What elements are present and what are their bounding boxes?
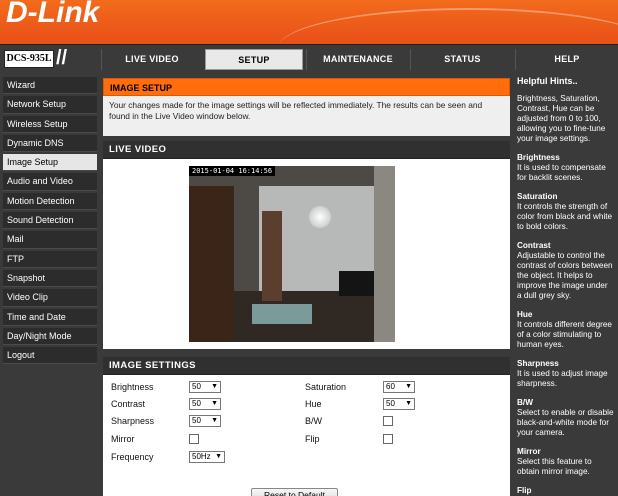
hint-text: Select this feature to obtain mirror ima…	[517, 457, 592, 476]
tab-setup[interactable]: SETUP	[205, 49, 303, 70]
video-door-left	[189, 186, 234, 342]
hint-text: It controls different degree of a color …	[517, 320, 612, 349]
reset-to-default-button[interactable]: Reset to Default	[251, 488, 338, 496]
chevron-down-icon: ▼	[211, 417, 218, 424]
sharpness-label: Sharpness	[111, 416, 155, 426]
saturation-label: Saturation	[305, 382, 347, 392]
sidebar: Wizard Network Setup Wireless Setup Dyna…	[0, 72, 100, 496]
contrast-label: Contrast	[111, 399, 146, 409]
bw-checkbox[interactable]	[383, 416, 393, 426]
sidebar-item-image-setup[interactable]: Image Setup	[3, 154, 97, 172]
hint-text: Select to enable or disable black-and-wh…	[517, 408, 614, 437]
bw-label: B/W	[305, 416, 322, 426]
sidebar-item-audio-and-video[interactable]: Audio and Video	[3, 173, 97, 191]
image-settings-title: IMAGE SETTINGS	[103, 357, 510, 375]
sidebar-item-sound-detection[interactable]: Sound Detection	[3, 212, 97, 230]
sidebar-item-network-setup[interactable]: Network Setup	[3, 96, 97, 114]
main-content: IMAGE SETUP Your changes made for the im…	[100, 72, 513, 496]
hint-text: It is used to adjust image sharpness.	[517, 369, 608, 388]
header-swoosh	[278, 8, 618, 44]
brightness-select[interactable]: 50 ▼	[189, 381, 221, 393]
chevron-down-icon: ▼	[211, 400, 218, 407]
hint-heading: Brightness	[517, 153, 560, 162]
chevron-down-icon: ▼	[211, 383, 218, 390]
hints-title: Helpful Hints..	[517, 76, 578, 86]
tab-status[interactable]: STATUS	[410, 49, 514, 70]
flip-label: Flip	[305, 434, 320, 444]
chevron-down-icon: ▼	[405, 383, 412, 390]
sidebar-item-mail[interactable]: Mail	[3, 231, 97, 249]
hint-text: It is used to compensate for backlit sce…	[517, 163, 606, 182]
hint-heading: Sharpness	[517, 359, 559, 368]
helpful-hints: Helpful Hints.. Brightness, Saturation, …	[513, 72, 618, 496]
hint-heading: Mirror	[517, 447, 541, 456]
sidebar-item-dynamic-dns[interactable]: Dynamic DNS	[3, 134, 97, 153]
sidebar-item-wireless-setup[interactable]: Wireless Setup	[3, 115, 97, 133]
video-timestamp: 2015-01-04 16:14:56	[189, 166, 276, 176]
sharpness-select[interactable]: 50 ▼	[189, 415, 221, 427]
hint-text: Adjustable to control the contrast of co…	[517, 251, 613, 300]
frequency-value: 50Hz	[192, 452, 211, 461]
hint-text: It controls the strength of color from b…	[517, 202, 613, 231]
sidebar-item-snapshot[interactable]: Snapshot	[3, 269, 97, 288]
hue-label: Hue	[305, 399, 322, 409]
hint-heading: Flip	[517, 486, 532, 495]
brightness-label: Brightness	[111, 382, 154, 392]
video-door-middle	[262, 211, 282, 301]
contrast-select[interactable]: 50 ▼	[189, 398, 221, 410]
hints-intro: Brightness, Saturation, Contrast, Hue ca…	[517, 94, 606, 143]
tab-help[interactable]: HELP	[515, 49, 618, 70]
contrast-value: 50	[192, 399, 201, 408]
live-video-title: LIVE VIDEO	[103, 141, 510, 159]
image-setup-description: Your changes made for the image settings…	[103, 96, 510, 136]
video-door-right	[374, 166, 395, 342]
hint-heading: Contrast	[517, 241, 551, 250]
image-setup-title: IMAGE SETUP	[103, 78, 510, 96]
sidebar-item-ftp[interactable]: FTP	[3, 250, 97, 268]
saturation-select[interactable]: 60 ▼	[383, 381, 415, 393]
sidebar-item-motion-detection[interactable]: Motion Detection	[3, 192, 97, 211]
tab-live-video[interactable]: LIVE VIDEO	[101, 49, 202, 70]
sidebar-item-wizard[interactable]: Wizard	[3, 77, 97, 95]
flip-checkbox[interactable]	[383, 434, 393, 444]
frequency-label: Frequency	[111, 452, 154, 462]
page-header: D-Link	[0, 0, 618, 44]
hue-value: 50	[386, 399, 395, 408]
video-table	[252, 304, 312, 324]
hue-select[interactable]: 50 ▼	[383, 398, 415, 410]
sidebar-item-logout[interactable]: Logout	[3, 347, 97, 365]
hint-heading: Hue	[517, 310, 533, 319]
sidebar-item-time-and-date[interactable]: Time and Date	[3, 308, 97, 326]
frequency-select[interactable]: 50Hz ▼	[189, 451, 225, 463]
saturation-value: 60	[386, 382, 395, 391]
model-badge: DCS-935L	[4, 50, 54, 68]
tab-maintenance[interactable]: MAINTENANCE	[306, 49, 409, 70]
sidebar-item-day-night-mode[interactable]: Day/Night Mode	[3, 327, 97, 346]
chevron-down-icon: ▼	[405, 400, 412, 407]
sharpness-value: 50	[192, 416, 201, 425]
hint-heading: Saturation	[517, 192, 558, 201]
dlink-logo: D-Link	[6, 0, 100, 29]
slash-decoration: //	[56, 47, 68, 69]
live-video-feed: 2015-01-04 16:14:56	[189, 166, 395, 342]
video-light	[309, 206, 331, 228]
image-settings-panel: Brightness 50 ▼ Contrast 50 ▼ Sharpness 50…	[103, 375, 510, 496]
chevron-down-icon: ▼	[215, 453, 222, 460]
mirror-label: Mirror	[111, 434, 135, 444]
brightness-value: 50	[192, 382, 201, 391]
top-nav: DCS-935L // LIVE VIDEO SETUP MAINTENANCE…	[0, 44, 618, 72]
hint-heading: B/W	[517, 398, 533, 407]
live-video-panel: 2015-01-04 16:14:56	[103, 159, 510, 349]
mirror-checkbox[interactable]	[189, 434, 199, 444]
sidebar-item-video-clip[interactable]: Video Clip	[3, 289, 97, 307]
